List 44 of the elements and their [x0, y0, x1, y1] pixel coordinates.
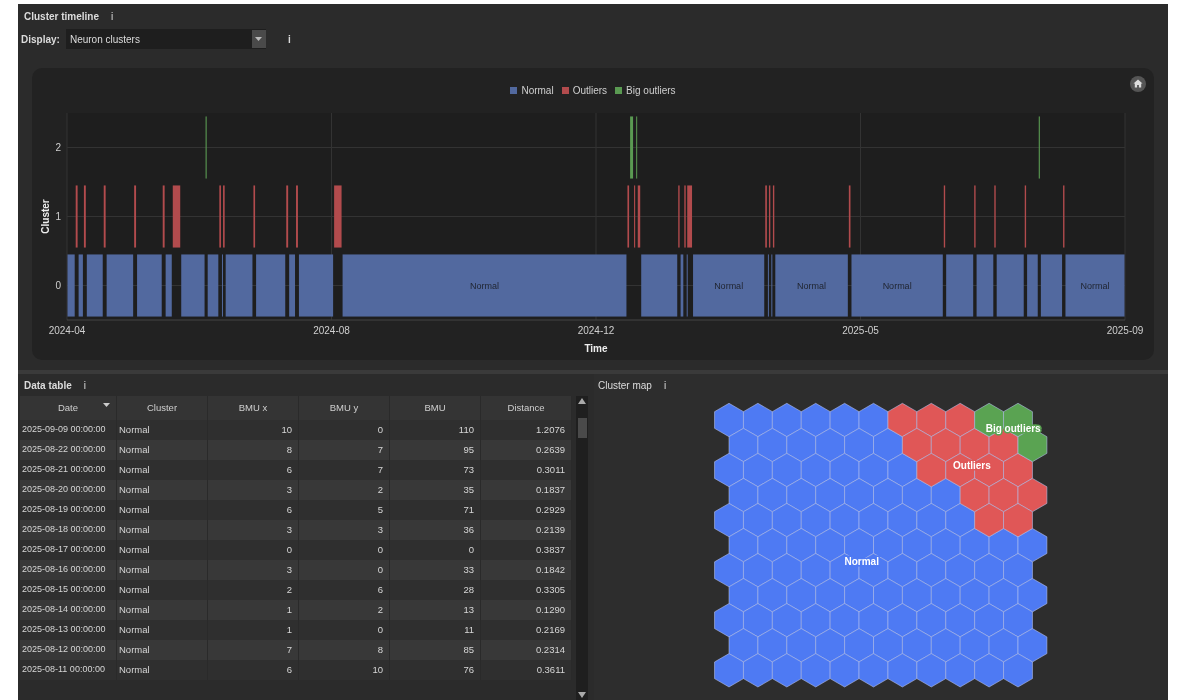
axis-title: Cluster [40, 199, 51, 234]
axis-tick-label: 2024-12 [577, 325, 615, 336]
hex-region[interactable] [974, 402, 1048, 463]
axis-title: Time [584, 343, 608, 354]
caret-icon [255, 37, 263, 41]
legend-label[interactable]: Normal [521, 82, 554, 98]
axis-tick-label: 2024-04 [48, 325, 86, 336]
display-label: Display: [21, 32, 60, 47]
axis-tick-label: 2024-08 [313, 325, 350, 336]
bar-label: Normal [882, 281, 912, 291]
axis-tick-label: 2 [55, 142, 61, 153]
hex-region[interactable] [887, 402, 1048, 538]
home-icon[interactable] [1130, 76, 1146, 92]
panel-title: Cluster timeline [24, 9, 100, 24]
bar-label: Normal [797, 281, 827, 291]
bar-label: Normal [1080, 281, 1110, 291]
axis-tick-label: 0 [55, 280, 61, 291]
sort-caret-icon[interactable] [103, 403, 110, 407]
legend-label[interactable]: Outliers [572, 82, 608, 98]
table-cell: 10 [299, 660, 390, 680]
table-cell: Normal [117, 660, 208, 680]
table-cell: 0.3611 [481, 660, 572, 680]
legend-label[interactable]: Big outliers [626, 82, 676, 98]
axis-tick-label: 1 [55, 211, 61, 222]
bar-label: Normal [714, 281, 744, 291]
info-icon[interactable]: i [663, 377, 667, 393]
bar-label: Normal [470, 281, 499, 291]
scroll-down-icon[interactable] [578, 692, 586, 698]
info-icon[interactable]: i [83, 377, 87, 393]
display-dropdown[interactable]: Neuron clusters [65, 29, 266, 49]
cluster-label: Normal [844, 556, 879, 568]
scroll-up-icon[interactable] [578, 398, 586, 404]
panel-title: Data table [24, 378, 72, 393]
panel-title: Cluster map [598, 378, 652, 393]
hex-region[interactable] [714, 402, 1048, 688]
axis-tick-label: 2025-05 [842, 325, 879, 336]
info-icon[interactable]: i [111, 8, 114, 24]
axis-tick-label: 2025-09 [1106, 325, 1144, 336]
info-icon[interactable]: i [287, 31, 291, 47]
table-cell: 6 [208, 660, 299, 680]
table-cell: 2025-08-11 00:00:00 [20, 660, 117, 680]
scrollbar[interactable] [576, 396, 588, 700]
scrollbar-thumb[interactable] [577, 418, 587, 438]
table-cell: 76 [390, 660, 481, 680]
